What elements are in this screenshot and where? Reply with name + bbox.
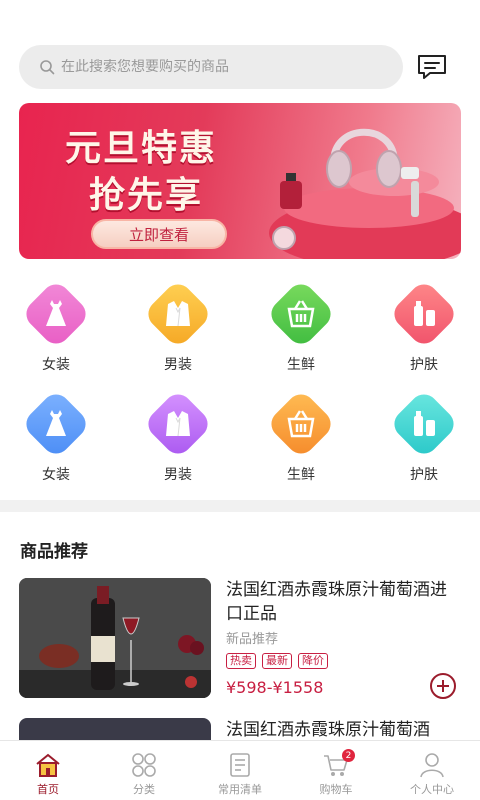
category-item[interactable]: 男装 xyxy=(138,278,218,374)
category-icon xyxy=(132,753,156,777)
product-name: 法国红酒赤霞珠原汁葡萄酒进口正品 xyxy=(226,580,447,624)
category-label: 男装 xyxy=(164,467,192,483)
message-button[interactable] xyxy=(415,51,449,83)
skincare-icon xyxy=(414,301,435,326)
watch-icon xyxy=(272,226,296,250)
category-badge xyxy=(265,278,337,350)
tab-label: 购物车 xyxy=(319,783,353,796)
category-label: 男装 xyxy=(164,357,192,373)
product-name: 法国红酒赤霞珠原汁葡萄酒 xyxy=(226,720,430,740)
category-label: 护肤 xyxy=(410,357,438,373)
category-label: 女装 xyxy=(42,467,70,483)
add-to-cart-icon[interactable] xyxy=(429,672,457,700)
category-item[interactable]: 男装 xyxy=(138,388,218,484)
category-item[interactable]: 生鲜 xyxy=(261,278,341,374)
section-title: 商品推荐 xyxy=(20,542,88,562)
category-badge xyxy=(142,278,214,350)
category-label: 护肤 xyxy=(410,467,438,483)
product-image xyxy=(19,578,211,698)
tag-new: 最新 xyxy=(262,653,292,669)
category-badge xyxy=(388,388,460,460)
basket-icon xyxy=(287,410,315,438)
product-card[interactable]: 法国红酒赤霞珠原汁葡萄酒 xyxy=(19,718,461,740)
product-image xyxy=(19,718,211,740)
dress-icon xyxy=(46,300,66,326)
skincare-icon xyxy=(414,411,435,436)
product-tags: 热卖 最新 降价 xyxy=(226,653,328,669)
category-label: 生鲜 xyxy=(287,357,315,373)
tab-label: 分类 xyxy=(133,783,155,796)
banner-title-line2: 抢先享 xyxy=(89,174,204,216)
promo-banner[interactable]: 元旦特惠 抢先享 立即查看 xyxy=(19,103,461,259)
tab-category[interactable]: 分类 xyxy=(96,741,192,800)
headphones-icon xyxy=(326,128,402,188)
category-item[interactable]: 生鲜 xyxy=(261,388,341,484)
search-box[interactable] xyxy=(19,45,403,89)
tab-label: 常用清单 xyxy=(218,783,262,796)
cart-badge: 2 xyxy=(342,749,355,762)
category-badge xyxy=(20,388,92,460)
category-item[interactable]: 女装 xyxy=(16,278,96,374)
profile-icon xyxy=(420,753,444,778)
category-item[interactable]: 护肤 xyxy=(384,278,464,374)
category-badge xyxy=(265,388,337,460)
product-subtitle: 新品推荐 xyxy=(226,632,279,647)
message-icon xyxy=(418,55,446,79)
tab-label: 首页 xyxy=(37,783,59,796)
suit-icon xyxy=(166,301,190,327)
search-input[interactable] xyxy=(61,59,381,75)
list-icon xyxy=(230,753,250,777)
tag-hot: 热卖 xyxy=(226,653,256,669)
bottom-tab-bar: 首页 分类 常用清单 2 购物车 个人中心 xyxy=(0,740,480,800)
banner-title-line1: 元旦特惠 xyxy=(65,127,218,169)
suit-icon xyxy=(166,411,190,437)
gimbal-icon xyxy=(401,167,419,217)
category-item[interactable]: 女装 xyxy=(16,388,96,484)
category-label: 生鲜 xyxy=(287,467,315,483)
category-badge xyxy=(388,278,460,350)
search-icon xyxy=(40,60,55,75)
product-card[interactable]: 法国红酒赤霞珠原汁葡萄酒进口正品 新品推荐 热卖 最新 降价 ¥598-¥155… xyxy=(19,578,461,700)
tab-cart[interactable]: 2 购物车 xyxy=(288,741,384,800)
home-icon xyxy=(36,753,60,777)
basket-icon xyxy=(287,300,315,328)
perfume-icon xyxy=(280,173,302,209)
category-badge xyxy=(142,388,214,460)
tab-home[interactable]: 首页 xyxy=(0,741,96,800)
product-price: ¥598-¥1558 xyxy=(226,678,324,697)
category-label: 女装 xyxy=(42,357,70,373)
tab-label: 个人中心 xyxy=(410,783,454,796)
tab-list[interactable]: 常用清单 xyxy=(192,741,288,800)
tag-price-drop: 降价 xyxy=(298,653,328,669)
dress-icon xyxy=(46,410,66,436)
tab-profile[interactable]: 个人中心 xyxy=(384,741,480,800)
banner-view-button[interactable]: 立即查看 xyxy=(91,219,227,249)
section-divider xyxy=(0,500,480,512)
category-item[interactable]: 护肤 xyxy=(384,388,464,484)
category-badge xyxy=(20,278,92,350)
search-header xyxy=(19,45,461,89)
